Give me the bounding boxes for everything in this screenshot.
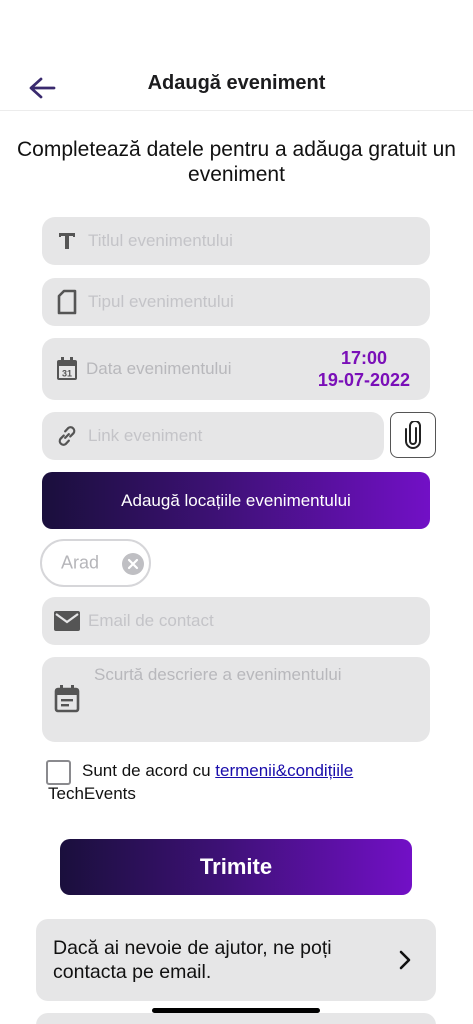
svg-text:31: 31 (62, 369, 72, 379)
link-icon (54, 423, 80, 449)
link-field[interactable] (42, 412, 384, 460)
text-icon (54, 228, 80, 254)
attach-file-button[interactable] (390, 412, 436, 458)
event-time: 17:00 (340, 348, 387, 368)
type-input[interactable] (88, 278, 418, 326)
email-field[interactable] (42, 597, 430, 645)
location-chip: Arad (40, 539, 151, 587)
type-field[interactable] (42, 278, 430, 326)
help-text: Dacă ai nevoie de ajutor, ne poți contac… (53, 937, 332, 983)
submit-button[interactable]: Trimite (60, 839, 412, 895)
terms-link[interactable]: termenii&condițiile (215, 761, 353, 780)
page-title: Adaugă eveniment (147, 72, 326, 94)
date-field[interactable]: 31 Data evenimentului 17:00 19-07-2022 (42, 338, 430, 400)
event-note-icon (54, 685, 80, 713)
paperclip-icon (405, 421, 421, 449)
document-icon (54, 289, 80, 315)
location-chip-label: Arad (61, 552, 100, 573)
date-placeholder: Data evenimentului (86, 359, 232, 378)
app-header: Adaugă eveniment (0, 0, 473, 111)
email-input[interactable] (88, 597, 418, 645)
remove-location-button[interactable] (122, 553, 144, 575)
date-time-value[interactable]: 17:00 19-07-2022 (318, 347, 410, 391)
description-input[interactable] (94, 665, 418, 734)
terms-suffix: TechEvents (48, 784, 136, 803)
event-date: 19-07-2022 (317, 370, 410, 390)
calendar-icon: 31 (54, 356, 80, 382)
title-input[interactable] (88, 217, 418, 265)
home-indicator (152, 1008, 320, 1013)
next-card[interactable] (36, 1013, 436, 1024)
terms-text: Sunt de acord cu termenii&condițiile (82, 761, 353, 781)
description-field[interactable] (42, 657, 430, 742)
mail-icon (54, 608, 80, 634)
title-field[interactable] (42, 217, 430, 265)
form-subtitle: Completează datele pentru a adăuga gratu… (17, 138, 456, 186)
help-card[interactable]: Dacă ai nevoie de ajutor, ne poți contac… (36, 919, 436, 1001)
chevron-right-icon (399, 950, 411, 970)
terms-checkbox[interactable] (46, 760, 71, 785)
terms-prefix: Sunt de acord cu (82, 761, 216, 780)
add-locations-button[interactable]: Adaugă locațiile evenimentului (42, 472, 430, 529)
link-input[interactable] (88, 412, 372, 460)
close-icon (127, 558, 139, 570)
